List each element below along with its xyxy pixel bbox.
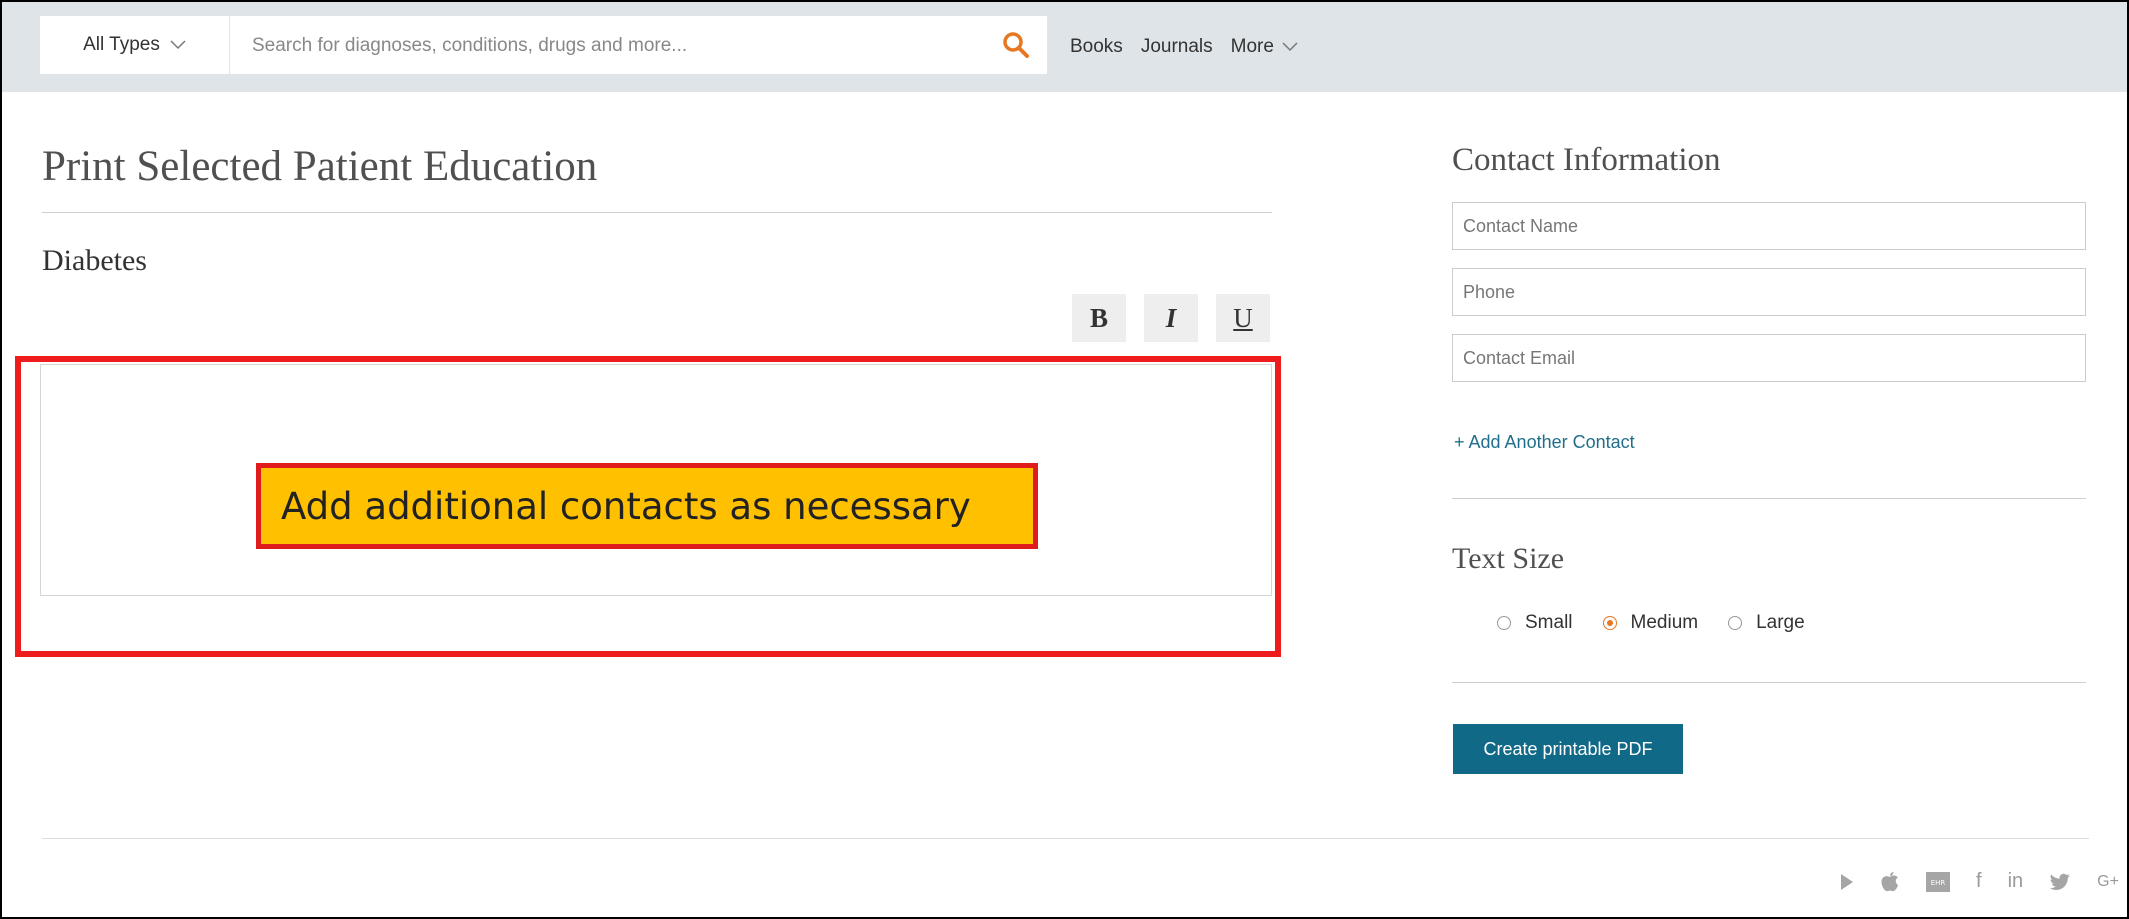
ehr-icon-label: EHR <box>1931 879 1946 887</box>
text-size-title: Text Size <box>1452 542 1565 575</box>
twitter-icon[interactable] <box>2049 873 2071 891</box>
google-plus-icon[interactable]: G+ <box>2097 873 2119 891</box>
underline-button[interactable]: U <box>1216 294 1270 342</box>
search-icon[interactable] <box>1001 30 1031 60</box>
radio-checked-icon[interactable] <box>1602 616 1617 630</box>
chevron-down-icon <box>1282 42 1298 52</box>
footer-divider <box>42 838 2089 839</box>
apple-icon[interactable] <box>1880 871 1900 893</box>
radio-unchecked-icon[interactable] <box>1497 616 1511 630</box>
radio-unchecked-icon[interactable] <box>1728 616 1743 630</box>
text-size-medium-option[interactable]: Medium <box>1602 612 1699 634</box>
search-input[interactable] <box>250 16 994 76</box>
all-types-label: All Types <box>83 34 160 55</box>
contact-information-title: Contact Information <box>1452 142 1721 178</box>
section-divider <box>1452 498 2086 499</box>
text-size-medium-label: Medium <box>1630 612 1699 633</box>
title-divider <box>42 212 1272 213</box>
social-links: EHR f in G+ <box>1840 870 2119 893</box>
chevron-down-icon <box>170 40 186 50</box>
section-divider <box>1452 682 2086 683</box>
add-another-contact-link[interactable]: + Add Another Contact <box>1454 432 1635 453</box>
bold-button[interactable]: B <box>1072 294 1126 342</box>
top-nav-links: Books Journals More <box>1070 2 1298 92</box>
contact-name-field[interactable] <box>1452 202 2086 250</box>
nav-more-dropdown[interactable]: More <box>1231 36 1298 58</box>
nav-journals-link[interactable]: Journals <box>1141 36 1213 58</box>
topic-subtitle: Diabetes <box>42 244 147 277</box>
search-bar: All Types <box>40 16 1047 76</box>
text-size-small-label: Small <box>1525 612 1573 633</box>
top-navigation-bar: All Types Books Journals More <box>2 2 2127 92</box>
annotation-callout: Add additional contacts as necessary <box>256 463 1038 549</box>
page-title: Print Selected Patient Education <box>42 143 598 190</box>
annotation-callout-text: Add additional contacts as necessary <box>281 484 971 528</box>
nav-books-link[interactable]: Books <box>1070 36 1123 58</box>
text-size-large-label: Large <box>1756 612 1805 633</box>
phone-field[interactable] <box>1452 268 2086 316</box>
linkedin-icon[interactable]: in <box>2008 870 2024 893</box>
text-size-small-option[interactable]: Small <box>1497 612 1573 634</box>
italic-button[interactable]: I <box>1144 294 1198 342</box>
create-printable-pdf-button[interactable]: Create printable PDF <box>1453 724 1683 774</box>
facebook-icon[interactable]: f <box>1976 870 1982 893</box>
text-size-large-option[interactable]: Large <box>1728 612 1805 634</box>
text-size-options: Small Medium Large <box>1497 612 1805 634</box>
google-play-icon[interactable] <box>1840 873 1854 891</box>
ehr-icon[interactable]: EHR <box>1926 871 1950 892</box>
all-types-dropdown[interactable]: All Types <box>40 16 230 74</box>
contact-email-field[interactable] <box>1452 334 2086 382</box>
nav-more-label: More <box>1230 36 1274 57</box>
